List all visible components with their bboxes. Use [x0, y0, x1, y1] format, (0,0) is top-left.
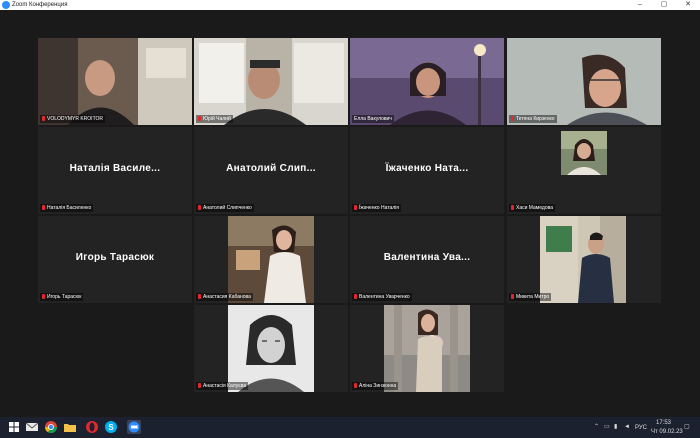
- participant-tile[interactable]: Анастасія Калуєва: [194, 305, 348, 392]
- participant-video: [507, 38, 661, 125]
- participant-name-label: Елла Вакулович: [352, 115, 394, 123]
- maximize-button[interactable]: ▢: [652, 0, 676, 10]
- participant-tile[interactable]: Їжаченко Ната... Їжаченко Наталія: [350, 127, 504, 214]
- participant-name-label: Анастасия Кабанова: [196, 293, 253, 301]
- windows-start-icon[interactable]: [7, 420, 21, 434]
- participant-tile[interactable]: Валентина Ува... Валентина Уварченко: [350, 216, 504, 303]
- muted-mic-icon: [511, 294, 514, 299]
- participant-photo: [228, 216, 314, 303]
- participant-tile-active-speaker[interactable]: Елла Вакулович: [350, 38, 504, 125]
- participant-name-label: Тетяна Кирзенко: [509, 115, 557, 123]
- folder-icon[interactable]: [63, 420, 77, 434]
- participant-photo: [561, 131, 607, 175]
- clock-time[interactable]: 17:53: [656, 419, 671, 427]
- close-button[interactable]: ✕: [676, 0, 700, 10]
- participant-tile[interactable]: Тетяна Кирзенко: [507, 38, 661, 125]
- zoom-logo-icon: [2, 1, 10, 9]
- window-title: Zoom Конференция: [12, 2, 68, 8]
- clock-date[interactable]: Чт 09.02.23: [651, 428, 683, 436]
- volume-icon[interactable]: ◄: [624, 423, 630, 431]
- participant-photo: [384, 305, 470, 392]
- participant-video: [38, 38, 192, 125]
- minimize-button[interactable]: –: [628, 0, 652, 10]
- participant-name-label: Наталія Басиленко: [40, 204, 94, 212]
- participant-photo: [540, 216, 626, 303]
- muted-mic-icon: [354, 383, 357, 388]
- participant-display-name: Їжаченко Ната...: [385, 163, 469, 174]
- muted-mic-icon: [198, 116, 201, 121]
- participant-name-label: Аліна Зинзюнна: [352, 382, 399, 390]
- participant-name-label: Хаси Мамедова: [509, 204, 555, 212]
- participant-tile[interactable]: Анастасия Кабанова: [194, 216, 348, 303]
- window-titlebar: Zoom Конференция – ▢ ✕: [0, 0, 700, 10]
- participant-video: [350, 38, 504, 125]
- participant-display-name: Анатолий Слип...: [226, 163, 316, 174]
- muted-mic-icon: [354, 294, 357, 299]
- muted-mic-icon: [42, 116, 45, 121]
- svg-text:S: S: [108, 423, 114, 432]
- network-icon[interactable]: ▭: [604, 423, 610, 431]
- participant-tile[interactable]: Анатолий Слип... Анатолий Слипченко: [194, 127, 348, 214]
- participant-tile[interactable]: Юрій Чалий: [194, 38, 348, 125]
- skype-icon[interactable]: S: [104, 420, 118, 434]
- muted-mic-icon: [42, 205, 45, 210]
- participant-display-name: Валентина Ува...: [383, 252, 471, 263]
- muted-mic-icon: [42, 294, 45, 299]
- participant-tile[interactable]: Микита Митро: [507, 216, 661, 303]
- notifications-icon[interactable]: ▢: [684, 423, 690, 431]
- participant-tile[interactable]: Игорь Тарасюк Игорь Тарасюк: [38, 216, 192, 303]
- chrome-icon[interactable]: [44, 420, 58, 434]
- participant-display-name: Наталія Василе...: [69, 163, 161, 174]
- participant-photo: [228, 305, 314, 392]
- participant-tile[interactable]: Аліна Зинзюнна: [350, 305, 504, 392]
- participant-name-label: Игорь Тарасюк: [40, 293, 84, 301]
- battery-icon[interactable]: ▮: [614, 423, 617, 431]
- zoom-app-icon[interactable]: [127, 420, 141, 434]
- gallery-view: VOLODYMYR KROITOR Юрій Чалий Елла Вакуло…: [0, 10, 700, 417]
- muted-mic-icon: [511, 205, 514, 210]
- participant-name-label: Микита Митро: [509, 293, 552, 301]
- participant-video: [194, 38, 348, 125]
- muted-mic-icon: [198, 205, 201, 210]
- muted-mic-icon: [198, 383, 201, 388]
- muted-mic-icon: [511, 116, 514, 121]
- participant-name-label: Юрій Чалий: [196, 115, 233, 123]
- opera-icon[interactable]: [85, 420, 99, 434]
- participant-tile[interactable]: Хаси Мамедова: [507, 127, 661, 214]
- participant-display-name: Игорь Тарасюк: [75, 252, 155, 263]
- participant-name-label: Валентина Уварченко: [352, 293, 412, 301]
- muted-mic-icon: [354, 205, 357, 210]
- participant-tile[interactable]: Наталія Василе... Наталія Басиленко: [38, 127, 192, 214]
- mail-icon[interactable]: [25, 420, 39, 434]
- participant-name-label: Анатолий Слипченко: [196, 204, 254, 212]
- participant-name-label: Їжаченко Наталія: [352, 204, 401, 212]
- participant-tile[interactable]: VOLODYMYR KROITOR: [38, 38, 192, 125]
- participant-name-label: VOLODYMYR KROITOR: [40, 115, 106, 123]
- tray-chevron-icon[interactable]: ⌃: [594, 423, 599, 431]
- muted-mic-icon: [198, 294, 201, 299]
- language-indicator[interactable]: РУС: [635, 424, 647, 432]
- participant-name-label: Анастасія Калуєва: [196, 382, 249, 390]
- windows-taskbar: S e ⌃ ▭ ▮ ◄ РУС 17:53 Чт 09.02.23 ▢: [0, 417, 700, 438]
